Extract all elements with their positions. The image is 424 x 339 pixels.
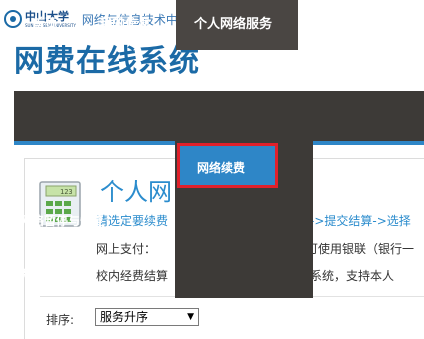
svg-text:123: 123 [60,188,73,196]
nav-my-info[interactable]: 我的信息 [99,0,151,50]
dropdown-item-label: 网络续费 [197,161,246,175]
service-title: 个人网 [100,178,172,206]
nav-home[interactable]: 首页 [32,0,58,50]
nav-personal-network-service[interactable]: 个人网络服务 [194,0,272,50]
sort-label: 排序: [46,313,75,327]
dropdown-item-new-account-payment[interactable]: 新开户交费 [0,265,138,282]
university-seal-icon [4,10,22,28]
main-nav [14,91,424,141]
nav-unit-network-service[interactable]: 单位网络服务 [318,0,396,50]
sort-select[interactable]: 服务升序 ▼ [95,308,199,326]
dropdown-item-network-renewal[interactable]: 网络续费 [177,143,278,188]
dropdown-item-network-pause-resume[interactable]: 网络暂停与恢复 [0,212,138,229]
chevron-down-icon: ▼ [187,312,194,322]
sort-selected-value: 服务升序 [100,310,149,324]
